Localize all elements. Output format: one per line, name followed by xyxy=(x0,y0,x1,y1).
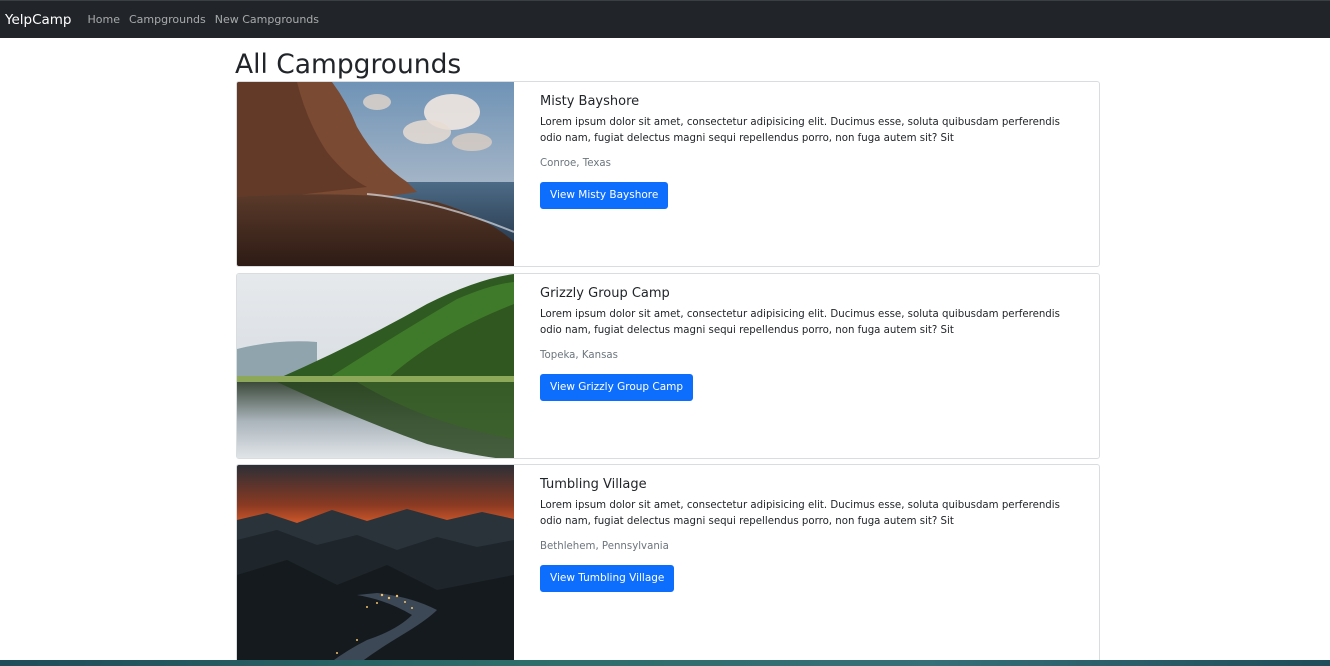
card-location: Bethlehem, Pennsylvania xyxy=(540,541,669,552)
card-title: Misty Bayshore xyxy=(540,94,640,109)
card-description: Lorem ipsum dolor sit amet, consectetur … xyxy=(540,309,1060,336)
campground-card: Tumbling Village Lorem ipsum dolor sit a… xyxy=(236,464,1100,664)
card-title: Tumbling Village xyxy=(540,477,647,492)
nav-link-home[interactable]: Home xyxy=(88,13,120,26)
nav-link-new-campgrounds[interactable]: New Campgrounds xyxy=(215,13,319,26)
card-description: Lorem ipsum dolor sit amet, consectetur … xyxy=(540,500,1060,527)
nav-link-campgrounds[interactable]: Campgrounds xyxy=(129,13,206,26)
desktop-background-strip xyxy=(0,660,1330,666)
view-campground-button[interactable]: View Misty Bayshore xyxy=(540,182,669,209)
card-location: Topeka, Kansas xyxy=(540,350,618,361)
brand-link[interactable]: YelpCamp xyxy=(5,12,72,28)
campground-card: Grizzly Group Camp Lorem ipsum dolor sit… xyxy=(236,273,1100,459)
campground-image-lake-forest xyxy=(237,274,514,458)
campground-image-mountain-night xyxy=(237,465,514,663)
card-location: Conroe, Texas xyxy=(540,158,611,169)
page-title: All Campgrounds xyxy=(235,49,462,80)
card-title: Grizzly Group Camp xyxy=(540,286,670,301)
campground-card: Misty Bayshore Lorem ipsum dolor sit ame… xyxy=(236,81,1100,267)
campground-image-beach xyxy=(237,82,514,266)
navbar: YelpCamp Home Campgrounds New Campground… xyxy=(0,0,1330,38)
view-campground-button[interactable]: View Tumbling Village xyxy=(540,565,675,592)
card-description: Lorem ipsum dolor sit amet, consectetur … xyxy=(540,117,1060,144)
view-campground-button[interactable]: View Grizzly Group Camp xyxy=(540,374,694,401)
